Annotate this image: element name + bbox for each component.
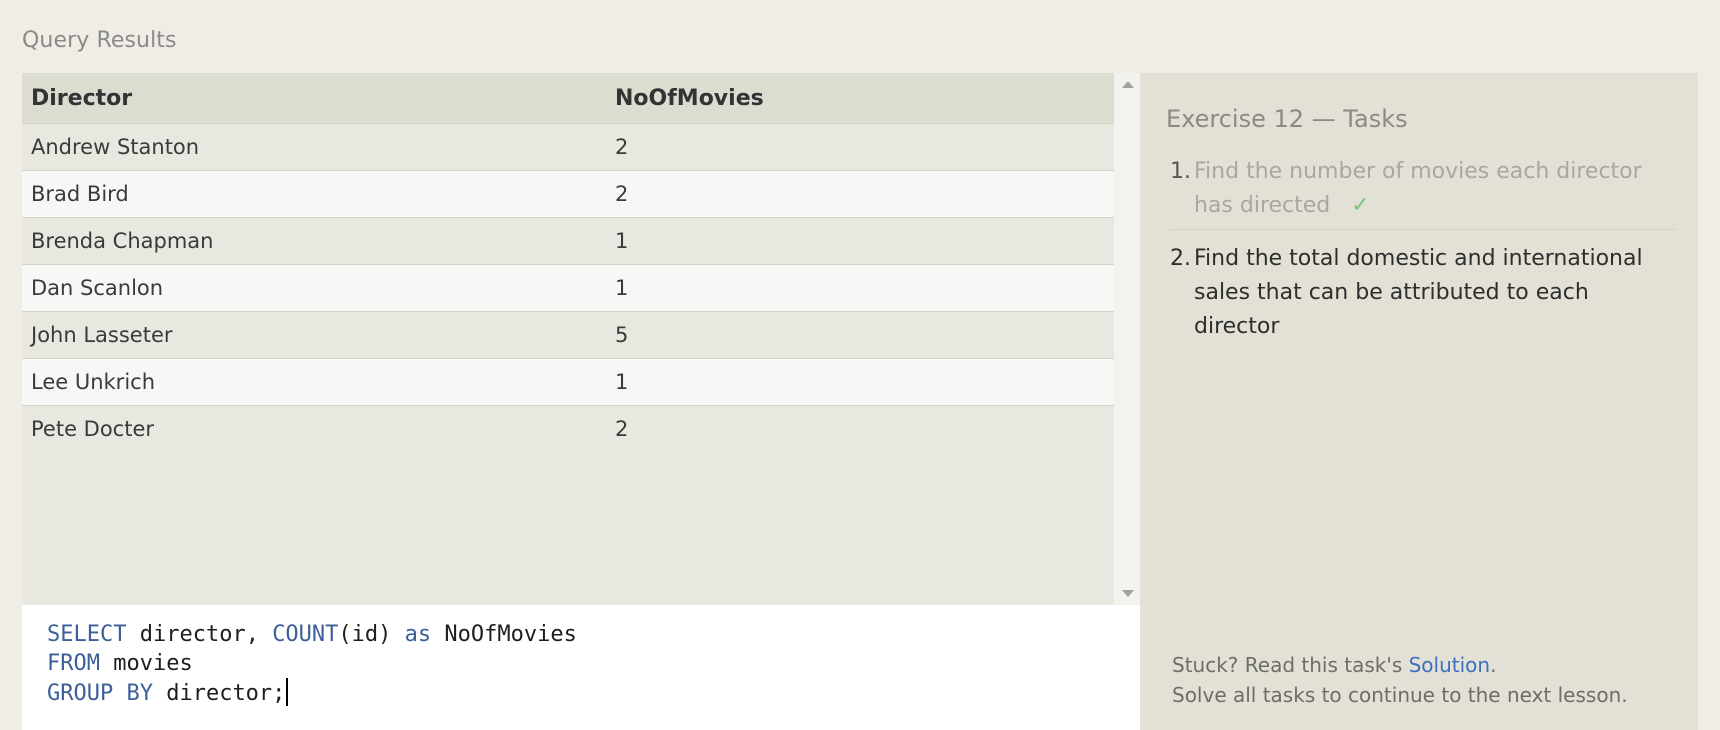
keyword-count: COUNT [272, 622, 339, 647]
count-cell: 1 [606, 217, 1114, 265]
task-item-completed: 1. Find the number of movies each direct… [1170, 155, 1676, 230]
query-results-panel: Director NoOfMovies Andrew Stanton 2 Bra… [22, 73, 1140, 605]
tasks-title: Exercise 12 — Tasks [1166, 105, 1408, 133]
column-header-noofmovies: NoOfMovies [606, 73, 1114, 124]
table-row: Lee Unkrich 1 [22, 358, 1114, 406]
count-cell: 1 [606, 358, 1114, 406]
director-cell: Lee Unkrich [22, 358, 606, 406]
keyword-group-by: GROUP BY [47, 681, 153, 706]
task-text: Find the total domestic and internationa… [1194, 246, 1643, 339]
code-text: (id) [338, 622, 405, 647]
scroll-down-arrow-icon[interactable] [1122, 590, 1134, 597]
results-scrollbar[interactable] [1114, 73, 1140, 605]
director-cell: Andrew Stanton [22, 123, 606, 171]
keyword-as: as [404, 622, 432, 647]
code-text: director; [152, 681, 286, 706]
keyword-from: FROM [47, 651, 100, 676]
help-prefix: Stuck? Read this task's [1172, 653, 1409, 677]
table-row: Brad Bird 2 [22, 170, 1114, 218]
checkmark-icon: ✓ [1351, 193, 1370, 218]
query-results-title: Query Results [22, 28, 177, 53]
solution-link[interactable]: Solution [1409, 653, 1490, 677]
code-text: movies [99, 651, 193, 676]
table-row: Pete Docter 2 [22, 405, 1114, 452]
director-cell: Pete Docter [22, 405, 606, 452]
director-cell: Brad Bird [22, 170, 606, 218]
count-cell: 1 [606, 264, 1114, 312]
count-cell: 2 [606, 170, 1114, 218]
sql-code[interactable]: SELECT director, COUNT(id) as NoOfMovies… [47, 620, 577, 708]
table-row: John Lasseter 5 [22, 311, 1114, 359]
results-table: Director NoOfMovies Andrew Stanton 2 Bra… [22, 73, 1114, 452]
code-text: NoOfMovies [431, 622, 577, 647]
help-line-2: Solve all tasks to continue to the next … [1172, 683, 1628, 707]
keyword-select: SELECT [47, 622, 127, 647]
sql-editor[interactable]: SELECT director, COUNT(id) as NoOfMovies… [22, 605, 1140, 730]
text-caret [286, 678, 289, 706]
table-row: Andrew Stanton 2 [22, 123, 1114, 171]
director-cell: Brenda Chapman [22, 217, 606, 265]
table-header-row: Director NoOfMovies [22, 73, 1114, 124]
task-number: 2. [1170, 246, 1191, 271]
code-text: director, [126, 622, 273, 647]
tasks-panel: Exercise 12 — Tasks 1. Find the number o… [1140, 73, 1698, 730]
help-suffix: . [1490, 653, 1497, 677]
director-cell: John Lasseter [22, 311, 606, 359]
task-text: Find the number of movies each director … [1194, 159, 1642, 218]
director-cell: Dan Scanlon [22, 264, 606, 312]
task-list: 1. Find the number of movies each direct… [1170, 155, 1676, 344]
table-row: Brenda Chapman 1 [22, 217, 1114, 265]
task-item-pending: 2. Find the total domestic and internati… [1170, 242, 1676, 344]
count-cell: 5 [606, 311, 1114, 359]
task-number: 1. [1170, 159, 1191, 184]
table-row: Dan Scanlon 1 [22, 264, 1114, 312]
count-cell: 2 [606, 123, 1114, 171]
column-header-director: Director [22, 73, 606, 124]
count-cell: 2 [606, 405, 1114, 452]
help-note: Stuck? Read this task's Solution. Solve … [1172, 650, 1628, 710]
scroll-up-arrow-icon[interactable] [1122, 81, 1134, 88]
